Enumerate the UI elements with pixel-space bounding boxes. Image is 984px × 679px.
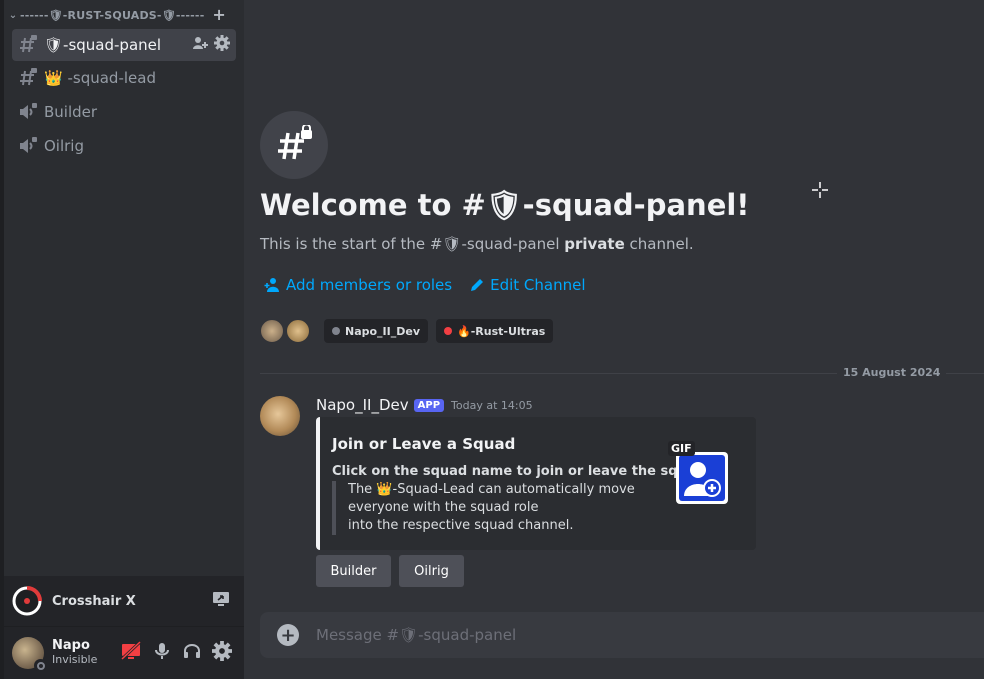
username: Napo <box>52 638 90 653</box>
add-members-button[interactable]: Add members or roles <box>264 276 452 294</box>
channel-builder[interactable]: Builder <box>12 96 236 128</box>
channel-label: Builder <box>44 103 98 121</box>
voice-channel-lock-icon <box>12 136 44 156</box>
quote-line: The 👑-Squad-Lead can automatically move <box>348 482 635 497</box>
crosshair-x-logo <box>12 586 42 616</box>
user-settings-gear-icon[interactable] <box>212 641 232 665</box>
headphones-icon[interactable] <box>182 641 202 665</box>
discord-window: ⌄ ------🛡-RUST-SQUADS-🛡------ + 🛡-squad-… <box>0 0 984 679</box>
channel-squad-lead[interactable]: 👑 -squad-lead <box>12 62 236 94</box>
create-channel-icon[interactable]: + <box>212 6 226 24</box>
user-status: Invisible <box>52 653 98 666</box>
microphone-icon[interactable] <box>152 641 172 665</box>
text-channel-lock-icon <box>12 68 44 88</box>
member-chip[interactable]: Napo_II_Dev <box>324 319 429 343</box>
app-badge: APP <box>413 398 445 412</box>
create-invite-icon[interactable] <box>192 35 208 55</box>
member-status-dot <box>332 327 340 335</box>
category-label: ------🛡-RUST-SQUADS-🛡------ <box>20 8 205 22</box>
chat-area: Welcome to #🛡-squad-panel! This is the s… <box>244 0 984 679</box>
embed-title: Join or Leave a Squad <box>332 435 516 453</box>
screen-share-icon[interactable] <box>212 591 230 611</box>
message-timestamp: Today at 14:05 <box>451 398 533 412</box>
chevron-down-icon: ⌄ <box>8 9 18 21</box>
channel-squad-panel[interactable]: 🛡-squad-panel <box>12 29 236 61</box>
channel-hash-lock-icon <box>260 111 328 179</box>
user-info[interactable]: Napo Invisible <box>52 639 120 667</box>
member-avatars[interactable] <box>260 319 310 343</box>
add-user-gif-thumbnail[interactable] <box>674 450 730 506</box>
role-color-dot <box>444 327 453 335</box>
date-divider-label: 15 August 2024 <box>837 366 947 379</box>
chip-label: 🔥-Rust-Ultras <box>457 324 546 338</box>
crown-emoji: 👑 <box>44 69 63 87</box>
chip-label: Napo_II_Dev <box>345 324 421 338</box>
channel-label: Oilrig <box>44 137 84 155</box>
embed-description: Click on the squad name to join or leave… <box>332 464 710 479</box>
message-embed: Join or Leave a Squad Click on the squad… <box>316 417 756 550</box>
add-attachment-icon[interactable]: + <box>277 624 299 646</box>
channel-intro: This is the start of the #🛡-squad-panel … <box>260 235 694 253</box>
user-avatar[interactable] <box>12 637 47 672</box>
pencil-icon <box>471 279 484 291</box>
activity-app-panel[interactable]: Crosshair X <box>4 576 244 627</box>
intro-bold: private <box>564 235 625 253</box>
edit-channel-label: Edit Channel <box>490 276 586 294</box>
edit-channel-button[interactable]: Edit Channel <box>470 276 586 294</box>
channel-label: -squad-lead <box>67 69 156 87</box>
text-channel-lock-icon <box>12 35 44 55</box>
add-members-label: Add members or roles <box>286 276 453 294</box>
role-chip[interactable]: 🔥-Rust-Ultras <box>436 319 554 343</box>
builder-squad-button[interactable]: Builder <box>316 555 391 587</box>
intro-suffix: channel. <box>624 235 694 253</box>
oilrig-squad-button[interactable]: Oilrig <box>399 555 464 587</box>
channel-label: 🛡-squad-panel <box>44 36 162 54</box>
user-panel: Napo Invisible <box>4 627 244 679</box>
crosshair-cursor-icon <box>812 182 828 198</box>
add-members-icon <box>264 278 279 292</box>
invisible-status-icon <box>34 659 47 672</box>
message-input-placeholder[interactable]: Message #🛡-squad-panel <box>316 626 516 644</box>
message-author-avatar[interactable] <box>260 396 300 436</box>
voice-channel-lock-icon <box>12 102 44 122</box>
welcome-title: Welcome to #🛡-squad-panel! <box>260 188 750 222</box>
channel-sidebar: ⌄ ------🛡-RUST-SQUADS-🛡------ + 🛡-squad-… <box>4 0 244 679</box>
embed-quote: The 👑-Squad-Lead can automatically move … <box>332 481 635 535</box>
category-header[interactable]: ⌄ ------🛡-RUST-SQUADS-🛡------ + <box>4 6 244 24</box>
message-author-name[interactable]: Napo_II_Dev <box>316 396 409 414</box>
member-avatar <box>286 319 310 343</box>
gif-label: GIF <box>668 441 695 456</box>
quote-line: everyone with the squad role <box>348 500 539 515</box>
stream-muted-icon[interactable] <box>120 640 142 665</box>
member-avatar <box>260 319 284 343</box>
quote-line: into the respective squad channel. <box>348 518 574 533</box>
message-composer[interactable]: + Message #🛡-squad-panel <box>260 612 984 658</box>
channel-settings-gear-icon[interactable] <box>214 35 230 55</box>
activity-app-name: Crosshair X <box>52 593 136 609</box>
channel-oilrig[interactable]: Oilrig <box>12 130 236 162</box>
intro-prefix: This is the start of the #🛡-squad-panel <box>260 235 565 253</box>
